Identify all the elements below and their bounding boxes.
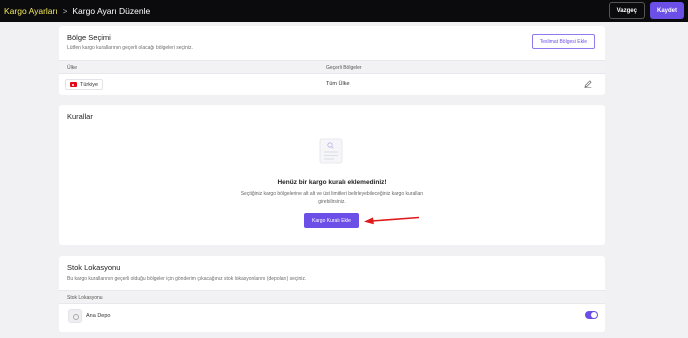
turkey-flag-icon: [70, 82, 77, 87]
annotation-arrow-icon: [364, 216, 420, 225]
table-row: Türkiye Tüm Ülke: [59, 74, 605, 94]
empty-document-illustration-icon: [319, 138, 343, 164]
breadcrumb-root-link[interactable]: Kargo Ayarları: [4, 6, 58, 16]
region-table-header: Ülke Geçerli Bölgeler: [59, 60, 605, 74]
column-header-country: Ülke: [67, 65, 78, 71]
header-actions: Vazgeç Kaydet: [608, 2, 684, 19]
stock-location-card: Stok Lokasyonu Bu kargo kurallarının geç…: [59, 256, 605, 332]
column-header-stock-location: Stok Lokasyonu: [67, 295, 103, 301]
breadcrumb-separator-icon: >: [62, 6, 68, 16]
list-item: Ana Depo: [59, 305, 605, 327]
stock-table-header: Stok Lokasyonu: [59, 290, 605, 304]
top-bar: Kargo Ayarları > Kargo Ayarı Düzenle Vaz…: [0, 0, 688, 22]
rules-section-title: Kurallar: [67, 112, 93, 121]
valid-regions-value: Tüm Ülke: [326, 81, 350, 87]
column-header-regions: Geçerli Bölgeler: [326, 65, 362, 71]
stock-section-title: Stok Lokasyonu: [67, 263, 121, 272]
edit-pencil-icon[interactable]: [583, 79, 593, 89]
page-title: Kargo Ayarı Düzenle: [72, 6, 151, 16]
add-shipping-rule-button[interactable]: Kargo Kuralı Ekle: [304, 213, 359, 228]
region-section-title: Bölge Seçimi: [67, 33, 111, 42]
region-section-subtitle: Lütfen kargo kurallarının geçerli olacağ…: [67, 45, 193, 51]
empty-state-title: Henüz bir kargo kuralı eklemediniz!: [277, 179, 387, 186]
region-selection-card: Bölge Seçimi Lütfen kargo kurallarının g…: [59, 26, 605, 95]
warehouse-name: Ana Depo: [86, 313, 111, 319]
add-delivery-region-button[interactable]: Teslimat Bölgesi Ekle: [531, 34, 595, 49]
warehouse-enabled-toggle[interactable]: [585, 311, 598, 319]
country-name: Türkiye: [80, 81, 99, 88]
country-chip: Türkiye: [65, 79, 104, 90]
rules-card: Kurallar Henüz bir kargo kuralı eklemedi…: [59, 105, 605, 245]
empty-state-description: Seçtiğiniz kargo bölgelerine alt alt ve …: [240, 191, 424, 205]
stock-section-subtitle: Bu kargo kurallarının geçerli olduğu böl…: [67, 276, 307, 282]
warehouse-icon: [68, 309, 82, 323]
save-button[interactable]: Kaydet: [649, 2, 684, 19]
cancel-button[interactable]: Vazgeç: [608, 2, 645, 19]
